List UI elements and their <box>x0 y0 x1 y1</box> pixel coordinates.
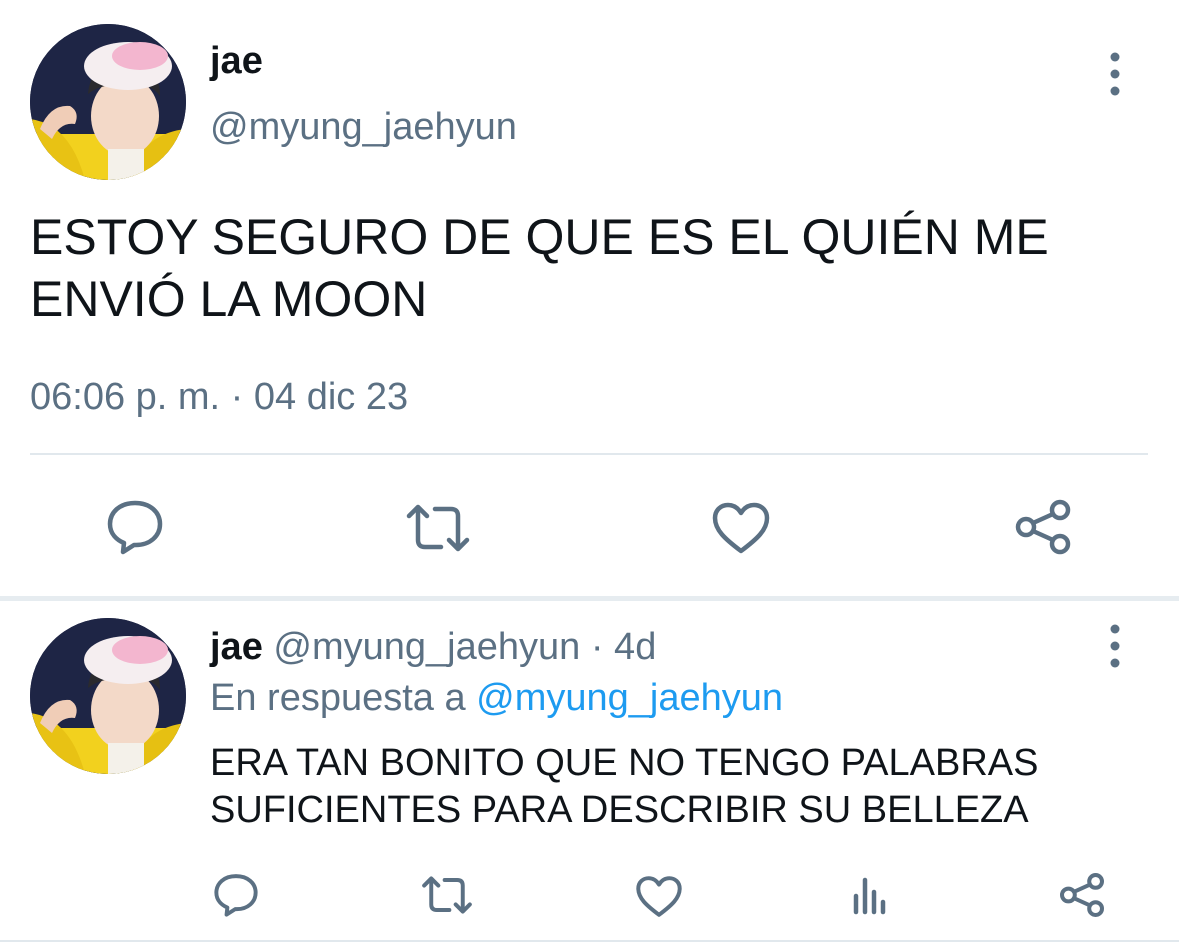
display-name[interactable]: jae <box>210 626 263 668</box>
divider <box>30 453 1148 455</box>
more-options-icon[interactable] <box>1103 622 1127 672</box>
tweet-text: ESTOY SEGURO DE QUE ES EL QUIÉN ME ENVIÓ… <box>30 206 1049 330</box>
like-button[interactable] <box>632 872 686 920</box>
more-options-icon[interactable] <box>1103 50 1127 100</box>
avatar[interactable] <box>30 24 186 180</box>
tweet-text: ERA TAN BONITO QUE NO TENGO PALABRAS SUF… <box>210 740 1038 834</box>
reply-icon <box>214 874 258 917</box>
reply-header: jae @myung_jaehyun · 4d <box>210 624 656 670</box>
share-button[interactable] <box>1055 870 1109 920</box>
tweet-text-line: SUFICIENTES PARA DESCRIBIR SU BELLEZA <box>210 789 1029 831</box>
retweet-icon <box>406 504 470 552</box>
in-reply-label: En respuesta a <box>210 677 466 719</box>
divider <box>0 940 1179 942</box>
reply-button[interactable] <box>100 495 170 559</box>
reply-icon <box>107 500 163 555</box>
display-name[interactable]: jae <box>210 38 263 84</box>
tweet-age: · 4d <box>590 626 657 668</box>
section-divider <box>0 596 1179 601</box>
like-icon <box>712 502 770 554</box>
share-button[interactable] <box>1008 495 1078 559</box>
tweet-text-line: ERA TAN BONITO QUE NO TENGO PALABRAS <box>210 742 1039 784</box>
share-icon <box>1060 873 1104 917</box>
avatar[interactable] <box>30 618 186 774</box>
tweet-text-line: ENVIÓ LA MOON <box>30 271 428 327</box>
retweet-button[interactable] <box>403 500 473 556</box>
tweet-text-line: ESTOY SEGURO DE QUE ES EL QUIÉN ME <box>30 209 1049 265</box>
like-button[interactable] <box>706 498 776 558</box>
analytics-icon <box>853 877 886 915</box>
retweet-button[interactable] <box>418 872 476 918</box>
tweet-timestamp[interactable]: 06:06 p. m. · 04 dic 23 <box>30 374 408 420</box>
in-reply-handle-link[interactable]: @myung_jaehyun <box>476 677 783 719</box>
retweet-icon <box>422 876 472 914</box>
user-handle[interactable]: @myung_jaehyun <box>210 104 517 150</box>
analytics-button[interactable] <box>845 872 895 920</box>
reply-button[interactable] <box>208 870 264 920</box>
in-reply-to: En respuesta a @myung_jaehyun <box>210 675 783 721</box>
user-handle[interactable]: @myung_jaehyun <box>273 626 580 668</box>
like-icon <box>636 875 682 917</box>
share-icon <box>1015 499 1071 555</box>
